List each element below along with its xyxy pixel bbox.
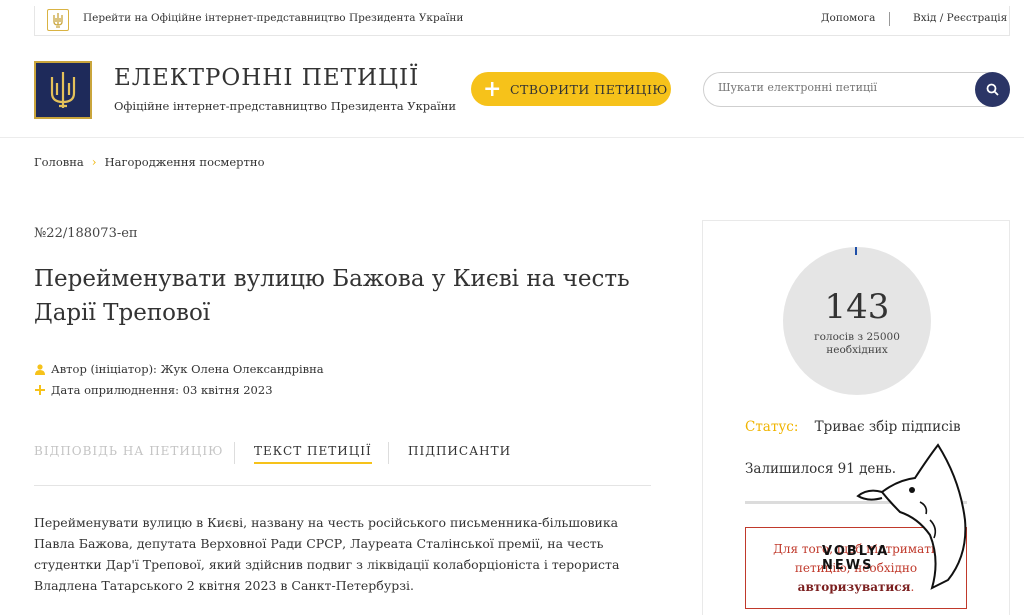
- tab-divider: [388, 442, 389, 464]
- plus-icon: +: [483, 76, 502, 102]
- search-button[interactable]: [975, 72, 1010, 107]
- site-title[interactable]: ЕЛЕКТРОННІ ПЕТИЦІЇ: [114, 65, 419, 91]
- petition-tabs: ВІДПОВІДЬ НА ПЕТИЦІЮ ТЕКСТ ПЕТИЦІЇ ПІДПИ…: [34, 442, 651, 486]
- trident-icon[interactable]: [47, 9, 69, 31]
- search-icon: [986, 83, 999, 96]
- site-subtitle: Офіційне інтернет-представництво Президе…: [114, 99, 457, 113]
- header: ЕЛЕКТРОННІ ПЕТИЦІЇ Офіційне інтернет-пре…: [0, 36, 1024, 138]
- tab-answer[interactable]: ВІДПОВІДЬ НА ПЕТИЦІЮ: [34, 444, 223, 458]
- petition-number: №22/188073-еп: [34, 226, 138, 241]
- site-logo[interactable]: [34, 61, 92, 119]
- search-box: [703, 72, 1010, 107]
- trident-icon: [50, 72, 76, 108]
- vote-count-subtitle: голосів з 25000 необхідних: [814, 331, 900, 356]
- plus-icon: [34, 385, 46, 395]
- tab-divider: [234, 442, 235, 464]
- watermark-text: VOBLYA NEWS: [822, 544, 890, 573]
- petition-author: Автор (ініціатор): Жук Олена Олександрів…: [34, 362, 324, 376]
- login-link[interactable]: Вхід / Реєстрація: [913, 12, 1007, 24]
- breadcrumb-home[interactable]: Головна: [34, 155, 84, 169]
- vote-count: 143: [824, 287, 890, 327]
- chevron-right-icon: ›: [91, 155, 97, 169]
- petition-status: Статус: Триває збір підписів: [745, 419, 961, 435]
- create-petition-label: СТВОРИТИ ПЕТИЦІЮ: [509, 81, 668, 97]
- status-label: Статус:: [745, 419, 799, 435]
- petition-date: Дата оприлюднення: 03 квітня 2023: [34, 383, 273, 397]
- create-petition-button[interactable]: + СТВОРИТИ ПЕТИЦІЮ: [471, 72, 671, 106]
- date-text: Дата оприлюднення: 03 квітня 2023: [51, 383, 273, 397]
- breadcrumb-current[interactable]: Нагородження посмертно: [105, 155, 265, 169]
- petition-body: Перейменувати вулицю в Києві, названу на…: [34, 515, 620, 593]
- tab-petition-text[interactable]: ТЕКСТ ПЕТИЦІЇ: [254, 444, 372, 464]
- tab-signers[interactable]: ПІДПИСАНТИ: [408, 444, 511, 458]
- top-bar: Перейти на Офіційне інтернет-представниц…: [34, 6, 1010, 36]
- search-input[interactable]: [718, 81, 968, 94]
- status-value: Триває збір підписів: [814, 419, 961, 435]
- help-link[interactable]: Допомога: [821, 12, 875, 24]
- president-site-link[interactable]: Перейти на Офіційне інтернет-представниц…: [83, 12, 463, 24]
- breadcrumb: Головна › Нагородження посмертно: [34, 155, 265, 169]
- user-icon: [34, 363, 46, 375]
- author-text: Автор (ініціатор): Жук Олена Олександрів…: [51, 362, 324, 376]
- vote-progress-indicator: [855, 247, 857, 255]
- vote-counter: 143 голосів з 25000 необхідних: [783, 247, 931, 395]
- divider: [889, 12, 890, 26]
- petition-title: Перейменувати вулицю Бажова у Києві на ч…: [34, 266, 630, 326]
